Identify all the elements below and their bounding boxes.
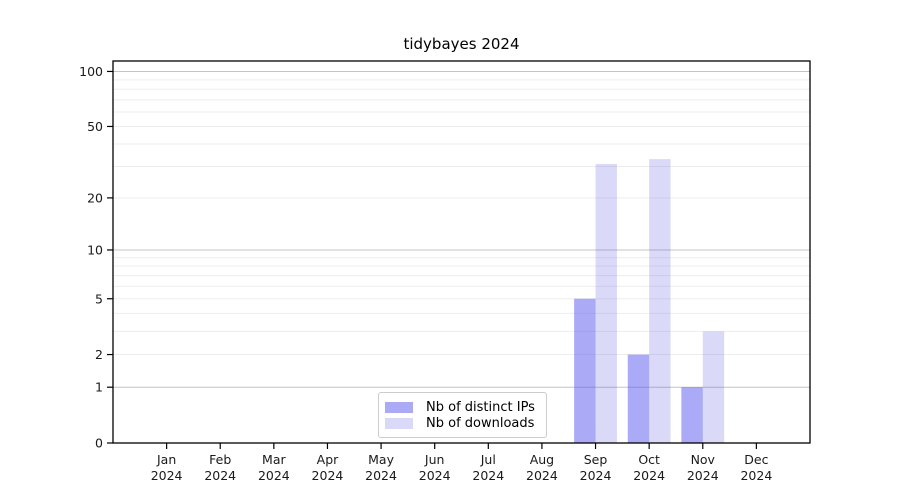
x-tick-label: Nov2024: [687, 452, 719, 483]
bar-distinct-ips-oct: [628, 355, 649, 443]
x-tick-label: Jul2024: [472, 452, 504, 483]
legend-item-downloads: Nb of downloads: [385, 415, 538, 431]
bar-distinct-ips-nov: [681, 387, 702, 443]
x-tick-label: Jun2024: [419, 452, 451, 483]
x-tick-label: Feb2024: [204, 452, 236, 483]
y-tick-label: 50: [87, 119, 103, 134]
legend-label-downloads: Nb of downloads: [426, 416, 534, 431]
y-tick-label: 100: [79, 64, 103, 79]
legend-label-distinct-ips: Nb of distinct IPs: [426, 400, 535, 415]
x-tick-label: Oct2024: [633, 452, 665, 483]
x-tick-label: Sep2024: [580, 452, 612, 483]
x-tick-label: Jan2024: [151, 452, 183, 483]
x-tick-label: Apr2024: [312, 452, 344, 483]
x-tick-label: Dec2024: [740, 452, 772, 483]
bar-distinct-ips-sep: [574, 299, 595, 443]
bar-downloads-sep: [596, 164, 617, 443]
figure: tidybayes 2024 0 1 2 5 10 20 50 100 Jan2024 Feb20…: [0, 0, 900, 500]
y-tick-label: 20: [87, 190, 103, 205]
x-tick-label: Mar2024: [258, 452, 290, 483]
legend: Nb of distinct IPs Nb of downloads: [378, 392, 547, 438]
y-tick-label: 2: [95, 347, 103, 362]
legend-swatch-downloads: [385, 418, 413, 429]
legend-swatch-distinct-ips: [385, 402, 413, 413]
legend-item-distinct-ips: Nb of distinct IPs: [385, 399, 538, 415]
x-tick-label: May2024: [365, 452, 397, 483]
y-tick-label: 5: [95, 291, 103, 306]
chart-title: tidybayes 2024: [113, 35, 810, 53]
x-tick-label: Aug2024: [526, 452, 558, 483]
y-tick-label: 10: [87, 242, 103, 257]
y-tick-label: 0: [95, 436, 103, 451]
bar-downloads-oct: [649, 159, 670, 443]
bar-downloads-nov: [703, 331, 724, 443]
y-tick-label: 1: [95, 380, 103, 395]
